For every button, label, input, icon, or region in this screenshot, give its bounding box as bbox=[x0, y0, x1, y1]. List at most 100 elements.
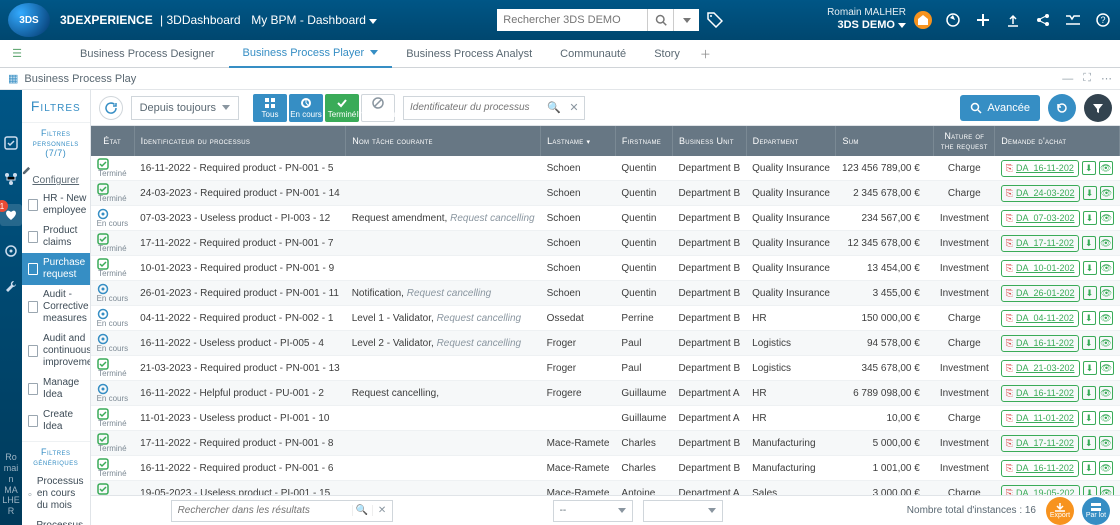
download-icon[interactable]: ⬇ bbox=[1083, 211, 1097, 225]
view-icon[interactable]: 👁 bbox=[1099, 411, 1113, 425]
download-icon[interactable]: ⬇ bbox=[1083, 261, 1097, 275]
table-row[interactable]: Terminé11-01-2023 - Useless product - PI… bbox=[91, 406, 1120, 431]
view-icon[interactable]: 👁 bbox=[1099, 436, 1113, 450]
pdf-link[interactable]: ⎘DA_21-03-202 bbox=[1001, 360, 1080, 377]
pdf-link[interactable]: ⎘DA_24-03-202 bbox=[1001, 185, 1080, 202]
rail-wrench-icon[interactable] bbox=[0, 276, 22, 298]
help-icon[interactable]: ? bbox=[1094, 11, 1112, 29]
compass-icon[interactable] bbox=[944, 11, 962, 29]
download-icon[interactable]: ⬇ bbox=[1082, 236, 1096, 250]
home-icon[interactable] bbox=[914, 11, 932, 29]
view-icon[interactable]: 👁 bbox=[1100, 286, 1114, 300]
flow-icon[interactable] bbox=[1064, 11, 1082, 29]
date-range-select[interactable]: Depuis toujours bbox=[131, 96, 239, 120]
pdf-link[interactable]: ⎘DA_16-11-202 bbox=[1001, 385, 1079, 402]
table-row[interactable]: En cours16-11-2022 - Useless product - P… bbox=[91, 331, 1120, 356]
pdf-link[interactable]: ⎘DA_04-11-202 bbox=[1001, 310, 1079, 327]
filter-item[interactable]: Purchase request bbox=[22, 253, 90, 285]
search-dropdown[interactable] bbox=[673, 9, 699, 31]
download-icon[interactable]: ⬇ bbox=[1082, 311, 1096, 325]
view-icon[interactable]: 👁 bbox=[1100, 361, 1114, 375]
reload-button[interactable] bbox=[1048, 94, 1076, 122]
status-interrupted-button[interactable]: Interrompus bbox=[361, 94, 395, 122]
tab-story[interactable]: Story bbox=[640, 40, 694, 68]
pdf-link[interactable]: ⎘DA_10-01-202 bbox=[1001, 260, 1080, 277]
table-row[interactable]: En cours16-11-2022 - Helpful product - P… bbox=[91, 381, 1120, 406]
pdf-link[interactable]: ⎘DA_19-05-202 bbox=[1001, 485, 1080, 496]
process-id-search-icon[interactable]: 🔍 bbox=[544, 101, 564, 114]
col-header[interactable]: Nature of the request bbox=[934, 126, 995, 156]
user-block[interactable]: Romain MALHER 3DS DEMO bbox=[827, 7, 906, 32]
configure-link[interactable]: Configurer bbox=[22, 163, 90, 189]
download-icon[interactable]: ⬇ bbox=[1083, 361, 1097, 375]
view-icon[interactable]: 👁 bbox=[1100, 186, 1114, 200]
pdf-link[interactable]: ⎘DA_17-11-202 bbox=[1001, 235, 1079, 252]
filter-funnel-button[interactable] bbox=[1084, 94, 1112, 122]
download-icon[interactable]: ⬇ bbox=[1082, 436, 1096, 450]
table-row[interactable]: Terminé16-11-2022 - Required product - P… bbox=[91, 456, 1120, 481]
process-id-clear-icon[interactable]: ✕ bbox=[564, 101, 584, 114]
rail-check-icon[interactable] bbox=[0, 132, 22, 154]
pdf-link[interactable]: ⎘DA_16-11-202 bbox=[1001, 160, 1079, 177]
view-icon[interactable]: 👁 bbox=[1100, 261, 1114, 275]
download-icon[interactable]: ⬇ bbox=[1083, 286, 1097, 300]
col-header[interactable]: Business Unit bbox=[672, 126, 746, 156]
view-icon[interactable]: 👁 bbox=[1099, 386, 1113, 400]
download-icon[interactable]: ⬇ bbox=[1082, 161, 1096, 175]
table-row[interactable]: En cours07-03-2023 - Useless product - P… bbox=[91, 206, 1120, 231]
footer-select-1[interactable]: -- bbox=[553, 500, 633, 522]
table-row[interactable]: Terminé24-03-2023 - Required product - P… bbox=[91, 181, 1120, 206]
pdf-link[interactable]: ⎘DA_26-01-202 bbox=[1001, 285, 1080, 302]
col-header[interactable]: Firstname bbox=[615, 126, 672, 156]
download-icon[interactable]: ⬇ bbox=[1082, 386, 1096, 400]
col-header[interactable]: Department bbox=[746, 126, 836, 156]
rail-flow-icon[interactable] bbox=[0, 168, 22, 190]
logo-3ds[interactable]: 3DS bbox=[8, 3, 50, 37]
share-icon[interactable] bbox=[1034, 11, 1052, 29]
view-icon[interactable]: 👁 bbox=[1099, 236, 1113, 250]
col-header[interactable]: Sum bbox=[836, 126, 934, 156]
results-search-icon[interactable]: 🔍 bbox=[352, 505, 372, 516]
search-button[interactable] bbox=[647, 9, 673, 31]
rail-bell-icon[interactable] bbox=[0, 240, 22, 262]
results-clear-icon[interactable]: ✕ bbox=[372, 505, 392, 516]
upload-icon[interactable] bbox=[1004, 11, 1022, 29]
download-icon[interactable]: ⬇ bbox=[1082, 336, 1096, 350]
tab-business-process-designer[interactable]: Business Process Designer bbox=[66, 40, 229, 68]
refresh-button[interactable] bbox=[99, 96, 123, 120]
search-input[interactable] bbox=[497, 9, 647, 31]
menu-icon[interactable]: ☰ bbox=[8, 47, 26, 60]
status-inprogress-button[interactable]: En cours bbox=[289, 94, 323, 122]
table-wrapper[interactable]: ÉtatIdentificateur du processusNom tâche… bbox=[91, 126, 1120, 495]
pdf-link[interactable]: ⎘DA_07-03-202 bbox=[1001, 210, 1080, 227]
tab-communauté[interactable]: Communauté bbox=[546, 40, 640, 68]
table-row[interactable]: Terminé19-05-2023 - Useless product - PI… bbox=[91, 481, 1120, 496]
pdf-link[interactable]: ⎘DA_17-11-202 bbox=[1001, 435, 1079, 452]
batch-button[interactable]: Par lot bbox=[1082, 497, 1110, 525]
results-search-input[interactable] bbox=[172, 505, 352, 516]
rail-heart-icon[interactable]: 1 bbox=[0, 204, 22, 226]
tab-business-process-analyst[interactable]: Business Process Analyst bbox=[392, 40, 546, 68]
pdf-link[interactable]: ⎘DA_16-11-202 bbox=[1001, 335, 1079, 352]
tag-icon[interactable] bbox=[707, 12, 723, 28]
footer-select-2[interactable] bbox=[643, 500, 723, 522]
view-icon[interactable]: 👁 bbox=[1099, 336, 1113, 350]
filter-item[interactable]: Manage Idea bbox=[22, 373, 90, 405]
status-done-button[interactable]: Terminé bbox=[325, 94, 359, 122]
table-row[interactable]: Terminé17-11-2022 - Required product - P… bbox=[91, 231, 1120, 256]
table-row[interactable]: En cours26-01-2023 - Required product - … bbox=[91, 281, 1120, 306]
plus-icon[interactable] bbox=[974, 11, 992, 29]
more-icon[interactable]: ⋯ bbox=[1101, 72, 1112, 85]
table-row[interactable]: Terminé21-03-2023 - Required product - P… bbox=[91, 356, 1120, 381]
minimize-icon[interactable]: — bbox=[1062, 73, 1073, 85]
table-row[interactable]: Terminé10-01-2023 - Required product - P… bbox=[91, 256, 1120, 281]
tab-business-process-player[interactable]: Business Process Player bbox=[229, 40, 393, 68]
col-header[interactable]: Identificateur du processus bbox=[134, 126, 346, 156]
export-button[interactable]: Export bbox=[1046, 497, 1074, 525]
view-icon[interactable]: 👁 bbox=[1100, 486, 1114, 495]
download-icon[interactable]: ⬇ bbox=[1083, 486, 1097, 495]
table-row[interactable]: Terminé17-11-2022 - Required product - P… bbox=[91, 431, 1120, 456]
download-icon[interactable]: ⬇ bbox=[1082, 411, 1096, 425]
add-tab-icon[interactable]: ＋ bbox=[700, 46, 711, 62]
filter-item[interactable]: Create Idea bbox=[22, 405, 90, 437]
